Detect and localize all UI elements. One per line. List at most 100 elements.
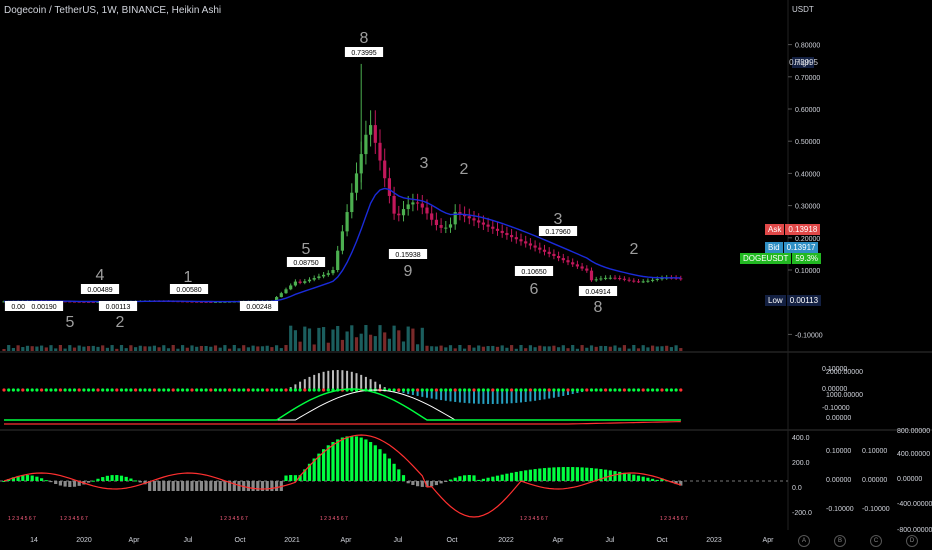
- volume-bar: [166, 348, 171, 351]
- volume-bar: [58, 345, 62, 351]
- osc-zero-dot: [199, 388, 203, 392]
- momentum-bar: [383, 453, 387, 481]
- candle-body: [434, 219, 438, 226]
- osc-zero-dot: [195, 388, 199, 392]
- candle-body: [641, 281, 645, 283]
- momentum-bar: [96, 478, 100, 481]
- footer-icon[interactable]: C: [870, 535, 882, 547]
- osc-zero-dot: [472, 388, 476, 392]
- volume-bar: [293, 330, 297, 351]
- mom-y-tick-mid: -0.10000: [826, 506, 854, 513]
- osc-zero-dot: [561, 388, 565, 392]
- volume-bar: [439, 345, 443, 351]
- mom-y-tick-mid2: 0.10000: [862, 448, 887, 455]
- volume-bar: [575, 348, 579, 351]
- volume-bar: [21, 347, 25, 351]
- count-label: 4: [96, 267, 105, 284]
- x-tick-label: Apr: [553, 537, 565, 544]
- osc-bar: [524, 390, 527, 402]
- osc-bar: [487, 390, 490, 404]
- osc-bar: [322, 371, 325, 390]
- count-label: 2: [460, 161, 469, 178]
- osc-zero-dot: [270, 388, 274, 392]
- candle-body: [566, 260, 570, 263]
- footer-icon[interactable]: D: [906, 535, 918, 547]
- volume-bar: [190, 345, 194, 351]
- volume-bar: [345, 331, 349, 351]
- volume-bar: [152, 345, 156, 351]
- momentum-bar: [331, 442, 335, 481]
- momentum-bar: [378, 449, 382, 481]
- osc-zero-dot: [129, 388, 133, 392]
- volume-bar: [665, 345, 669, 351]
- momentum-bar: [223, 481, 227, 491]
- momentum-bar: [115, 475, 119, 481]
- volume-bar: [25, 345, 30, 351]
- volume-bar: [594, 346, 598, 351]
- volume-bar: [514, 348, 518, 351]
- volume-bar: [63, 348, 67, 351]
- momentum-bar: [571, 467, 575, 481]
- osc-zero-dot: [322, 388, 326, 392]
- momentum-bar: [213, 481, 218, 491]
- osc-zero-dot: [651, 388, 655, 392]
- osc-zero-dot: [552, 388, 556, 392]
- volume-bar: [472, 347, 476, 351]
- osc-y-tick-right: 2000.00000: [826, 369, 863, 376]
- osc-zero-dot: [134, 388, 138, 392]
- volume-bar: [129, 345, 133, 351]
- x-tick-label: 2021: [284, 537, 300, 544]
- candle-body: [406, 204, 410, 210]
- candle-body: [364, 134, 368, 155]
- count-label: 6: [530, 281, 539, 298]
- osc-zero-dot: [162, 388, 166, 392]
- low-tag: Low 0.00113: [765, 295, 822, 306]
- footer-icon[interactable]: A: [798, 535, 810, 547]
- osc-zero-dot: [439, 388, 443, 392]
- osc-zero-dot: [397, 388, 401, 392]
- osc-zero-dot: [599, 388, 603, 392]
- osc-zero-dot: [618, 388, 622, 392]
- momentum-bar: [326, 445, 330, 481]
- candle-body: [495, 228, 500, 231]
- volume-bar: [397, 330, 401, 351]
- volume-bar: [157, 347, 161, 351]
- candle-body: [561, 258, 565, 261]
- volume-bar: [143, 346, 147, 351]
- osc-zero-dot: [444, 388, 448, 392]
- candle-body: [646, 280, 650, 282]
- osc-zero-dot: [157, 388, 161, 392]
- osc-zero-dot: [533, 388, 537, 392]
- chart-canvas[interactable]: 0.80000 0.70000 0.60000 0.50000 0.40000 0.300…: [0, 0, 932, 550]
- candle-body: [477, 220, 481, 223]
- mom-y-tick: 200.0: [792, 460, 810, 467]
- high-tag: High 0.73995: [786, 57, 932, 68]
- volume-bar: [669, 347, 673, 351]
- candle-body: [293, 281, 297, 286]
- mom-y-tick: 0.0: [792, 485, 802, 492]
- osc-bar: [303, 379, 306, 390]
- candle-body: [467, 216, 471, 219]
- osc-zero-dot: [430, 388, 434, 392]
- volume-bar: [204, 346, 208, 351]
- volume-bar: [284, 345, 288, 351]
- volume-bar: [453, 348, 457, 351]
- volume-bar: [54, 348, 58, 351]
- volume-bar: [618, 347, 622, 351]
- momentum-bar: [49, 481, 53, 483]
- osc-zero-dot: [547, 388, 551, 392]
- momentum-bar: [392, 463, 396, 481]
- count-label: 3: [420, 155, 429, 172]
- osc-zero-dot: [25, 388, 30, 392]
- osc-zero-dot: [171, 388, 175, 392]
- osc-bar: [534, 390, 537, 401]
- momentum-bar: [232, 481, 236, 491]
- volume-bar: [119, 345, 124, 351]
- osc-y-tick-right: 0.00000: [826, 415, 851, 422]
- volume-bar: [557, 347, 561, 351]
- osc-bar: [491, 390, 494, 404]
- osc-bar: [308, 376, 311, 390]
- osc-zero-dot: [627, 388, 631, 392]
- volume-bar: [101, 345, 105, 351]
- footer-icon[interactable]: B: [834, 535, 846, 547]
